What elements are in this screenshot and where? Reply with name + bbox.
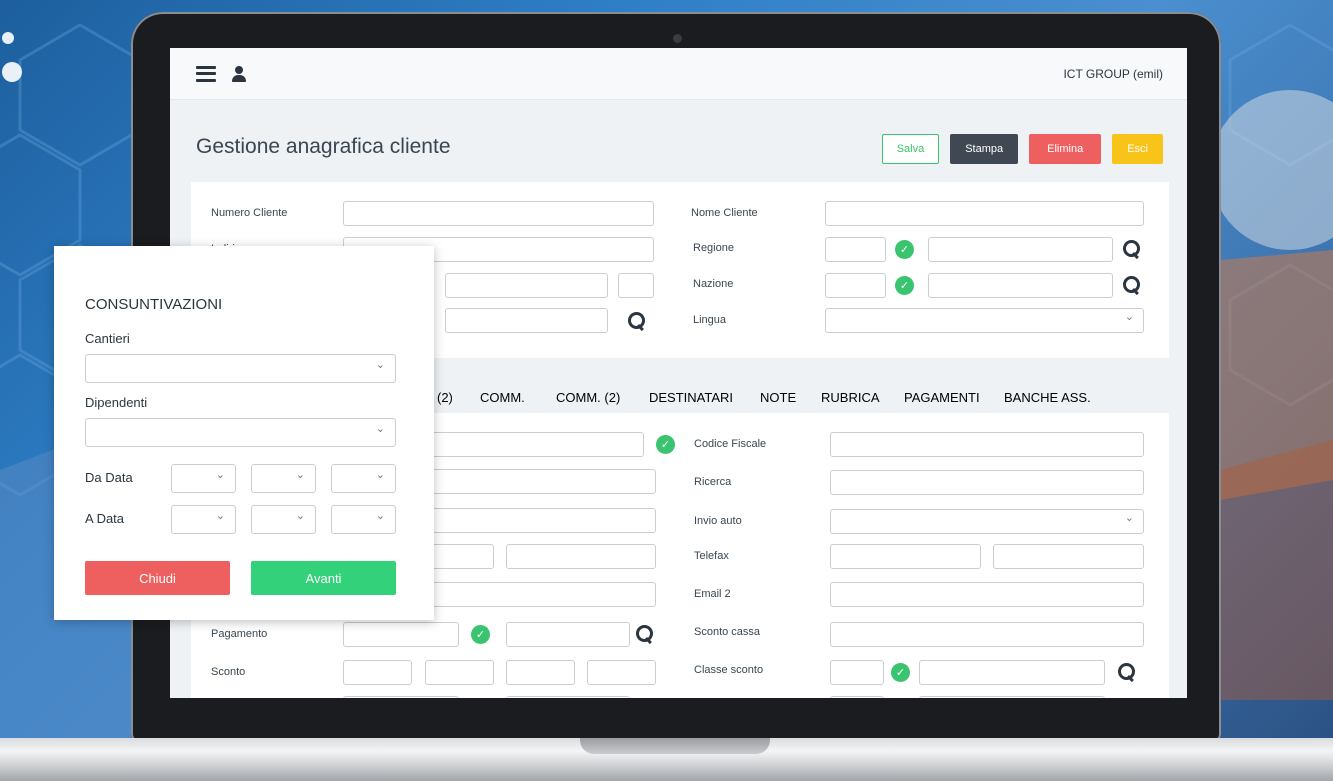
classe-sconto-label: Classe sconto <box>694 664 764 676</box>
ricerca-label: Ricerca <box>694 476 732 488</box>
numero-cliente-label: Numero Cliente <box>211 207 288 219</box>
a-data-label: A Data <box>85 511 125 526</box>
da-data-day-select[interactable] <box>171 464 236 493</box>
classe-sconto-check-icon: ✓ <box>891 663 910 682</box>
invio-auto-label: Invio auto <box>694 515 742 527</box>
dialog-title: CONSUNTIVAZIONI <box>85 296 223 313</box>
sconto-cassa-input[interactable] <box>830 622 1144 647</box>
pagamento-code-input[interactable] <box>343 622 459 647</box>
sconto-cassa-label: Sconto cassa <box>694 626 761 638</box>
codice-fiscale-input[interactable] <box>830 432 1144 457</box>
row8c-input[interactable] <box>830 696 884 698</box>
telefax1-input[interactable] <box>830 544 981 569</box>
regione-desc-input[interactable] <box>928 237 1113 262</box>
tab-pagamenti[interactable]: PAGAMENTI <box>904 390 980 405</box>
pagamento-search-icon[interactable] <box>636 625 654 643</box>
cantieri-select[interactable] <box>85 354 396 383</box>
tab-rubrica[interactable]: RUBRICA <box>821 390 880 405</box>
citta-input[interactable] <box>445 308 608 333</box>
pagamento-check-icon: ✓ <box>471 625 490 644</box>
telefax2-input[interactable] <box>993 544 1144 569</box>
field-row4b-input[interactable] <box>506 544 656 569</box>
classe-sconto-desc-input[interactable] <box>919 660 1105 685</box>
sconto4-input[interactable] <box>587 660 656 685</box>
nome-cliente-label: Nome Cliente <box>691 207 758 219</box>
hamburger-menu-icon[interactable] <box>196 65 216 82</box>
lingua-label: Lingua <box>693 314 727 326</box>
invio-auto-select[interactable] <box>830 509 1144 534</box>
company-label[interactable]: ICT GROUP (emil) <box>1063 67 1163 81</box>
nome-cliente-input[interactable] <box>825 201 1144 226</box>
tab-comm-2[interactable]: COMM. (2) <box>556 390 620 405</box>
row8d-input[interactable] <box>919 696 1105 698</box>
pagamento-desc-input[interactable] <box>506 622 630 647</box>
search-icon[interactable] <box>628 312 646 330</box>
telefax-label: Telefax <box>694 550 729 562</box>
classe-sconto-code-input[interactable] <box>830 660 884 685</box>
tab-comm[interactable]: COMM. <box>480 390 525 405</box>
regione-search-icon[interactable] <box>1123 240 1141 258</box>
tab-destinatari[interactable]: DESTINATARI <box>649 390 733 405</box>
sconto-label: Sconto <box>211 666 246 678</box>
save-button[interactable]: Salva <box>881 134 940 164</box>
nazione-code-input[interactable] <box>825 273 886 298</box>
nazione-desc-input[interactable] <box>928 273 1113 298</box>
tab-2[interactable]: (2) <box>437 390 453 405</box>
row1-check-icon: ✓ <box>656 435 675 454</box>
regione-check-icon: ✓ <box>895 240 914 259</box>
numero-cliente-input[interactable] <box>343 201 654 226</box>
cap-input[interactable] <box>445 273 608 298</box>
laptop-notch <box>580 738 770 754</box>
sconto2-input[interactable] <box>425 660 494 685</box>
regione-label: Regione <box>693 242 734 254</box>
close-button[interactable]: Chiudi <box>85 561 230 595</box>
cantieri-label: Cantieri <box>85 331 130 346</box>
exit-button[interactable]: Esci <box>1112 134 1163 164</box>
nazione-search-icon[interactable] <box>1123 276 1141 294</box>
nazione-check-icon: ✓ <box>895 276 914 295</box>
top-bar: ICT GROUP (emil) <box>170 48 1187 100</box>
action-buttons: Salva Stampa Elimina Esci <box>881 134 1163 164</box>
dipendenti-label: Dipendenti <box>85 395 148 410</box>
consuntivazioni-dialog: CONSUNTIVAZIONI Cantieri Dipendenti Da D… <box>54 246 434 620</box>
a-data-year-select[interactable] <box>331 505 396 534</box>
classe-sconto-search-icon[interactable] <box>1118 663 1136 681</box>
da-data-month-select[interactable] <box>251 464 316 493</box>
sconto3-input[interactable] <box>506 660 575 685</box>
da-data-label: Da Data <box>85 470 133 485</box>
next-button[interactable]: Avanti <box>251 561 396 595</box>
a-data-day-select[interactable] <box>171 505 236 534</box>
dipendenti-select[interactable] <box>85 418 396 447</box>
row8a-input[interactable] <box>343 696 459 698</box>
camera-dot <box>673 34 682 43</box>
pagamento-label: Pagamento <box>211 628 268 640</box>
nazione-label: Nazione <box>693 278 734 290</box>
delete-button[interactable]: Elimina <box>1029 134 1102 164</box>
provincia-input[interactable] <box>618 273 654 298</box>
a-data-month-select[interactable] <box>251 505 316 534</box>
da-data-year-select[interactable] <box>331 464 396 493</box>
ricerca-input[interactable] <box>830 470 1144 495</box>
page-title: Gestione anagrafica cliente <box>196 135 451 158</box>
lingua-select[interactable] <box>825 308 1144 333</box>
codice-fiscale-label: Codice Fiscale <box>694 438 767 450</box>
email2-input[interactable] <box>830 582 1144 607</box>
tab-note[interactable]: NOTE <box>760 390 796 405</box>
user-icon[interactable] <box>232 65 246 82</box>
sconto1-input[interactable] <box>343 660 412 685</box>
print-button[interactable]: Stampa <box>950 134 1019 164</box>
row8b-input[interactable] <box>506 696 630 698</box>
email2-label: Email 2 <box>694 588 731 600</box>
regione-code-input[interactable] <box>825 237 886 262</box>
tab-banche-ass[interactable]: BANCHE ASS. <box>1004 390 1091 405</box>
